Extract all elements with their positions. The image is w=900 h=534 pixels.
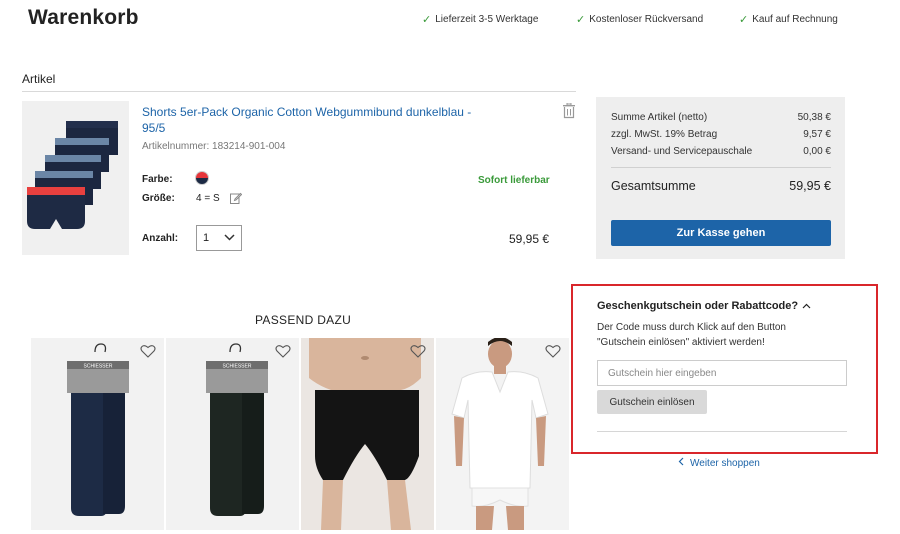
usp-label: Lieferzeit 3-5 Werktage [435,14,539,25]
chevron-up-icon [802,300,811,312]
recommendations-title: PASSEND DAZU [255,313,352,327]
brand-label: SCHIESSER [84,364,113,370]
summary-row: Summe Artikel (netto) 50,38 € [611,112,831,123]
usp-label: Kostenloser Rückversand [589,14,704,25]
section-label-articles: Artikel [22,72,56,86]
recommendation-item[interactable]: SCHIESSER [31,338,164,530]
coupon-description: Der Code muss durch Klick auf den Button… [597,322,786,348]
summary-row-value: 50,38 € [797,112,831,123]
wishlist-heart-icon[interactable] [275,344,291,358]
summary-row-value: 0,00 € [803,146,831,157]
usp-delivery: ✓ Lieferzeit 3-5 Werktage [422,13,538,26]
size-value: 4 = S [196,193,220,204]
recommendation-item[interactable]: SCHIESSER [166,338,299,530]
summary-total: Gesamtsumme 59,95 € [611,179,831,193]
quantity-value: 1 [203,232,210,244]
brand-label: SCHIESSER [223,364,252,370]
continue-shopping-link[interactable]: Weiter shoppen [678,457,760,469]
redeem-coupon-button[interactable]: Gutschein einlösen [597,390,707,414]
checkout-button[interactable]: Zur Kasse gehen [611,220,831,246]
edit-icon[interactable] [230,191,243,204]
continue-shopping-label: Weiter shoppen [690,457,760,469]
item-price: 59,95 € [509,232,550,246]
recommendation-item[interactable] [436,338,569,530]
quantity-select[interactable]: 1 [196,225,242,251]
product-image[interactable] [22,101,129,255]
usp-invoice: ✓ Kauf auf Rechnung [739,13,838,26]
wishlist-heart-icon[interactable] [545,344,561,358]
summary-row: Versand- und Servicepauschale 0,00 € [611,146,831,157]
availability-status: Sofort lieferbar [478,175,550,186]
chevron-down-icon [224,232,235,244]
check-icon: ✓ [422,14,432,26]
color-label: Farbe: [142,174,173,185]
trash-icon[interactable] [562,102,576,119]
coupon-title: Geschenkgutschein oder Rabattcode? [597,300,799,312]
usp-returns: ✓ Kostenloser Rückversand [576,13,703,26]
page-title: Warenkorb [28,6,139,29]
order-summary: Summe Artikel (netto) 50,38 € zzgl. MwSt… [596,97,845,259]
article-number: Artikelnummer: 183214-901-004 [142,141,286,152]
coupon-panel: Geschenkgutschein oder Rabattcode? Der C… [571,284,878,454]
color-swatch [195,171,209,185]
divider [22,91,576,92]
chevron-left-icon [678,457,684,469]
check-icon: ✓ [576,14,586,26]
summary-row-label: Summe Artikel (netto) [611,112,708,123]
usp-label: Kauf auf Rechnung [752,14,838,25]
wishlist-heart-icon[interactable] [410,344,426,358]
check-icon: ✓ [739,14,749,26]
quantity-label: Anzahl: [142,233,179,244]
divider [611,167,831,168]
total-label: Gesamtsumme [611,179,696,193]
summary-row-label: zzgl. MwSt. 19% Betrag [611,129,718,140]
recommendation-item[interactable] [301,338,434,530]
coupon-input[interactable] [597,360,847,386]
divider [597,431,847,432]
product-title-link[interactable]: Shorts 5er-Pack Organic Cotton Webgummib… [142,104,482,136]
summary-row: zzgl. MwSt. 19% Betrag 9,57 € [611,129,831,140]
coupon-toggle[interactable]: Geschenkgutschein oder Rabattcode? [597,300,811,312]
size-label: Größe: [142,193,175,204]
wishlist-heart-icon[interactable] [140,344,156,358]
summary-row-label: Versand- und Servicepauschale [611,146,753,157]
summary-row-value: 9,57 € [803,129,831,140]
total-value: 59,95 € [789,179,831,193]
